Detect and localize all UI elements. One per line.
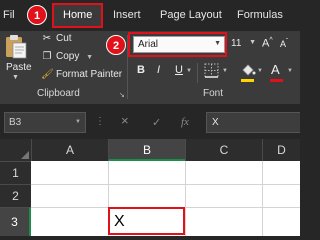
worksheet-grid[interactable]: A B C D 1 2 3 X xyxy=(0,139,300,236)
column-header-d[interactable]: D xyxy=(262,139,300,161)
underline-button[interactable]: U xyxy=(175,64,183,76)
scissors-icon: ✂ xyxy=(42,33,52,44)
gridline xyxy=(185,161,186,236)
fill-color-button[interactable] xyxy=(240,62,256,78)
row-header-3[interactable]: 3 xyxy=(0,207,31,236)
fill-color-swatch xyxy=(241,79,254,82)
callout-badge-1: 1 xyxy=(27,5,47,25)
paint-bucket-icon xyxy=(242,64,256,76)
column-header-b[interactable]: B xyxy=(108,139,185,161)
paintbrush-icon: 🖌 xyxy=(41,69,54,80)
gridline xyxy=(262,161,263,236)
copy-button[interactable]: ❐ Copy ▼ xyxy=(41,51,94,62)
paste-button[interactable]: Paste xyxy=(6,62,32,73)
font-group-label: Font xyxy=(203,88,224,99)
select-all-icon xyxy=(21,151,29,159)
cell-b3[interactable]: X xyxy=(108,207,185,235)
tab-home-highlight[interactable]: Home xyxy=(52,3,103,28)
clipboard-group-label: Clipboard xyxy=(37,88,80,99)
paste-icon[interactable] xyxy=(4,34,28,60)
column-header-c[interactable]: C xyxy=(185,139,262,161)
drag-handle-icon[interactable]: ⋮ xyxy=(95,116,105,127)
chevron-down-icon[interactable]: ▼ xyxy=(214,40,221,47)
row-header-1[interactable]: 1 xyxy=(0,161,31,184)
divider xyxy=(197,63,198,83)
chevron-down-icon[interactable]: ▼ xyxy=(86,54,93,61)
cell-b3-value: X xyxy=(114,213,125,230)
formula-input[interactable]: X xyxy=(206,112,300,133)
callout-badge-2: 2 xyxy=(106,35,126,55)
font-name-dropdown[interactable]: Arial ▼ xyxy=(133,36,225,53)
tab-formulas[interactable]: Formulas xyxy=(237,9,283,21)
column-header-a[interactable]: A xyxy=(31,139,108,161)
format-painter-button[interactable]: 🖌 Format Painter xyxy=(41,69,122,80)
ribbon-tab-bar: Fil 1 Home Insert Page Layout Formulas xyxy=(0,0,300,31)
chevron-down-icon[interactable]: ▼ xyxy=(186,68,192,74)
cut-label: Cut xyxy=(56,33,72,44)
font-size-dropdown[interactable]: 11 ▼ xyxy=(229,36,257,53)
font-color-swatch xyxy=(270,79,283,82)
formula-bar: B3 ▼ ⋮ × ✓ fx X xyxy=(0,104,300,139)
tab-home[interactable]: Home xyxy=(63,9,92,21)
increase-font-size-button[interactable]: A^ xyxy=(262,37,273,50)
bold-button[interactable]: B xyxy=(137,64,145,76)
ribbon-home: Paste ▼ ✂ Cut ❐ Copy ▼ 🖌 Format Painter Cli… xyxy=(0,31,300,104)
cancel-icon[interactable]: × xyxy=(121,113,129,128)
tab-insert[interactable]: Insert xyxy=(113,9,141,21)
borders-button[interactable] xyxy=(203,62,221,80)
italic-button[interactable]: I xyxy=(157,64,160,76)
chevron-down-icon[interactable]: ▼ xyxy=(12,74,19,81)
row-header-2[interactable]: 2 xyxy=(0,184,31,207)
gridline xyxy=(31,184,300,185)
tab-file[interactable]: Fil xyxy=(3,9,15,21)
font-size-value: 11 xyxy=(231,38,242,49)
formula-input-value: X xyxy=(212,117,219,128)
dialog-launcher-icon[interactable]: ↘ xyxy=(119,91,125,99)
decrease-font-size-button[interactable]: Aˇ xyxy=(280,39,288,49)
cut-button[interactable]: ✂ Cut xyxy=(41,33,72,44)
enter-icon[interactable]: ✓ xyxy=(152,116,161,129)
copy-label: Copy xyxy=(56,51,80,62)
chevron-down-icon[interactable]: ▼ xyxy=(287,68,293,74)
copy-icon: ❐ xyxy=(42,51,52,62)
font-color-button[interactable]: A xyxy=(271,62,280,77)
chevron-down-icon[interactable]: ▼ xyxy=(75,119,81,125)
borders-icon xyxy=(204,63,219,78)
chevron-down-icon[interactable]: ▼ xyxy=(257,68,263,74)
font-name-value: Arial xyxy=(138,39,159,50)
format-painter-label: Format Painter xyxy=(56,69,123,80)
name-box[interactable]: B3 ▼ xyxy=(4,112,86,133)
insert-function-icon[interactable]: fx xyxy=(181,116,189,128)
chevron-down-icon[interactable]: ▼ xyxy=(249,39,256,46)
chevron-down-icon[interactable]: ▼ xyxy=(222,68,228,74)
tab-page-layout[interactable]: Page Layout xyxy=(160,9,222,21)
select-all-button[interactable] xyxy=(0,139,31,161)
name-box-value: B3 xyxy=(9,117,22,128)
